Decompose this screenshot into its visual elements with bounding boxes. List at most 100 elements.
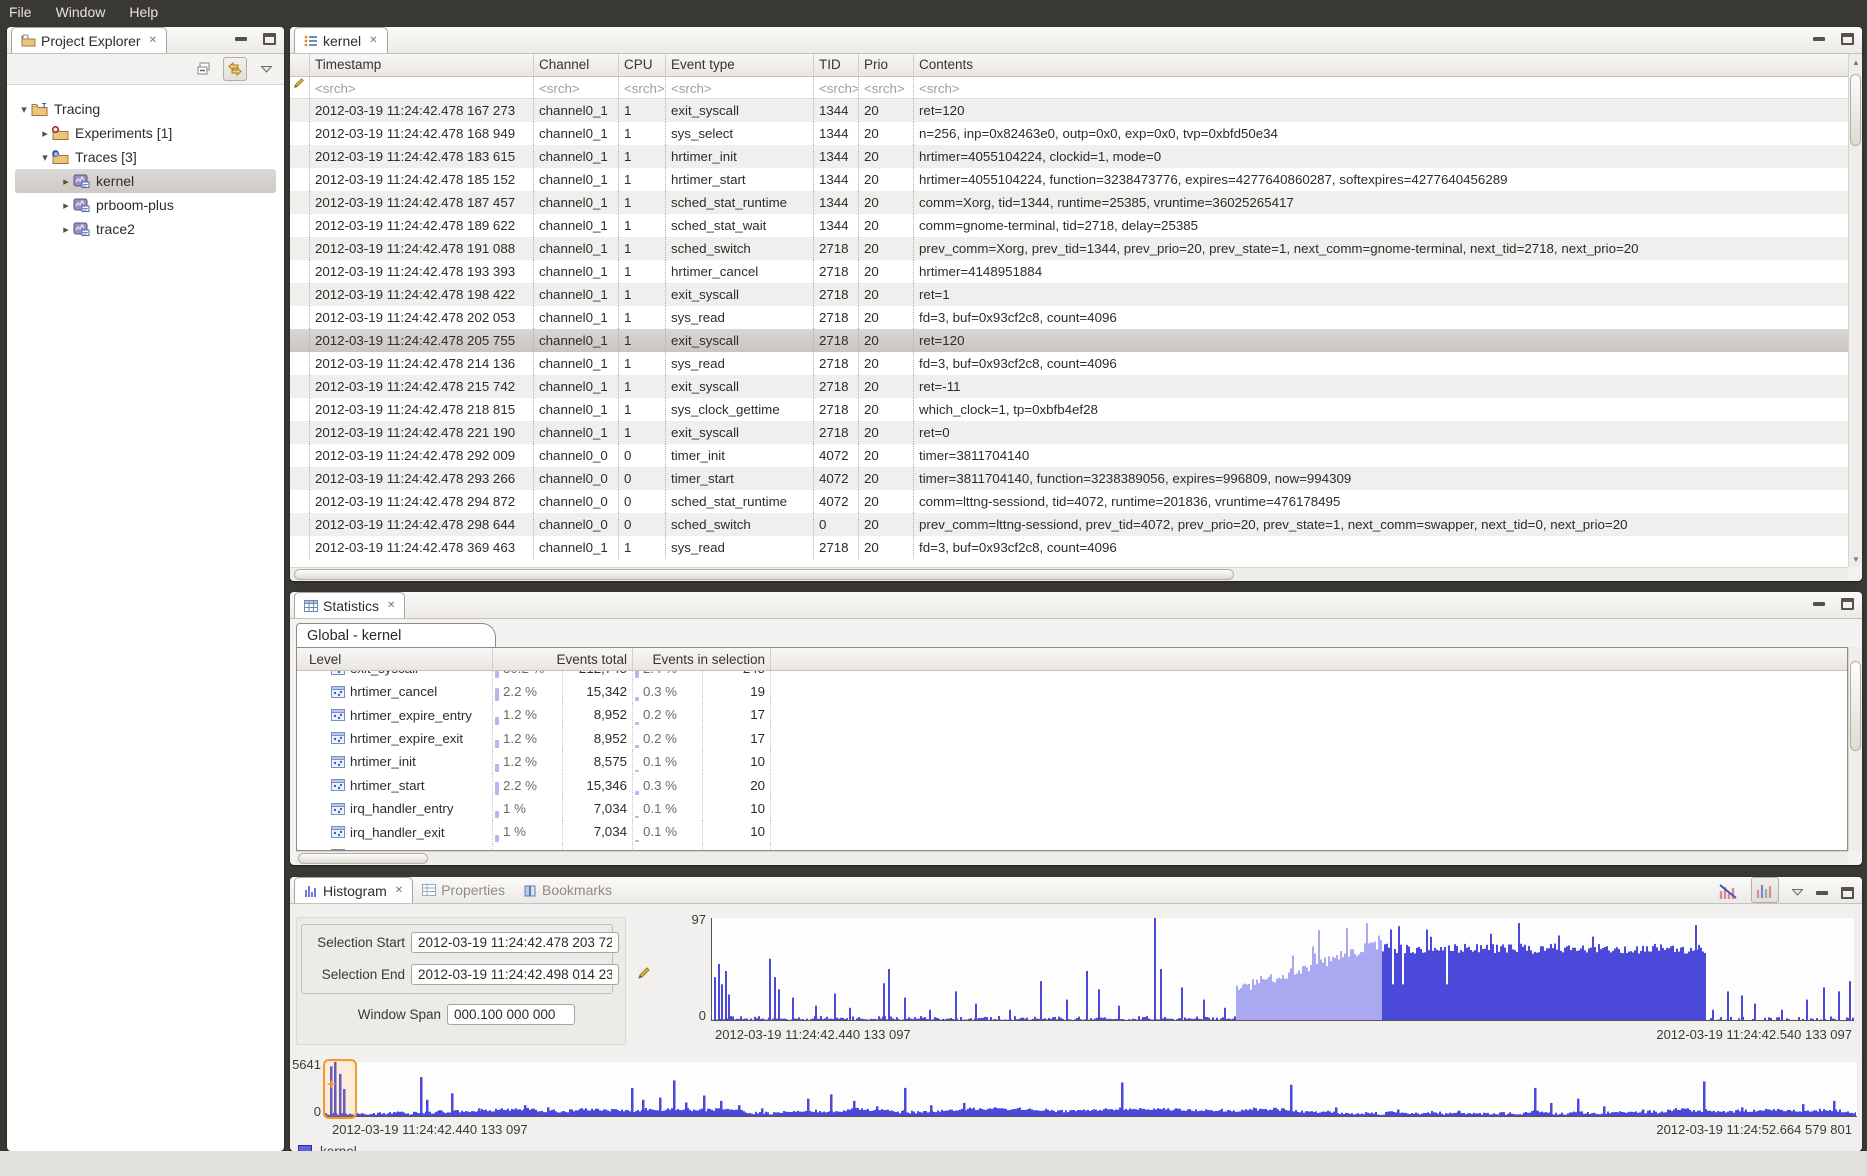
table-row[interactable]: 2012-03-19 11:24:42.478 298 644channel0_… <box>290 513 1848 536</box>
filter-input-cpu[interactable]: <srch> <box>619 77 666 98</box>
column-header-cpu[interactable]: CPU <box>619 54 666 76</box>
stats-row[interactable]: hrtimer_expire_exit1.2 %8,9520.2 %17 <box>297 727 1847 750</box>
minimize-icon[interactable] <box>1816 891 1828 895</box>
tab-properties[interactable]: Properties <box>413 877 514 903</box>
stats-row-clipped[interactable]: exit_syscall30.2 %212,7452.4 %245 <box>297 671 1847 680</box>
close-icon[interactable]: ✕ <box>395 885 403 896</box>
events-horizontal-scrollbar[interactable] <box>290 567 1848 581</box>
activate-trace-coloring-icon[interactable] <box>1751 877 1779 903</box>
chevron-right-icon[interactable]: ▸ <box>38 127 52 140</box>
filter-input-timestamp[interactable]: <srch> <box>310 77 534 98</box>
stats-column-events-total[interactable]: Events total <box>493 648 633 670</box>
link-with-editor-button[interactable] <box>223 57 247 81</box>
stats-column-events-in-selection[interactable]: Events in selection <box>633 648 771 670</box>
table-row[interactable]: 2012-03-19 11:24:42.478 221 190channel0_… <box>290 421 1848 444</box>
statistics-clipped-row[interactable]: exit_syscall30.2 %212,7452.4 %245 <box>297 671 1847 680</box>
menu-item-help[interactable]: Help <box>129 4 158 20</box>
stats-row[interactable]: hrtimer_expire_entry1.2 %8,9520.2 %17 <box>297 703 1847 726</box>
scrollbar-thumb[interactable] <box>1850 74 1861 146</box>
tab-bookmarks[interactable]: Bookmarks <box>514 877 621 903</box>
filter-input-event-type[interactable]: <srch> <box>666 77 814 98</box>
table-row[interactable]: 2012-03-19 11:24:42.478 293 266channel0_… <box>290 467 1848 490</box>
scroll-up-icon[interactable]: ▲ <box>1849 54 1862 70</box>
scrollbar-thumb[interactable] <box>294 569 1234 580</box>
zoom-histogram-chart[interactable] <box>711 918 1854 1021</box>
chevron-down-icon[interactable]: ▾ <box>17 103 31 116</box>
table-row[interactable]: 2012-03-19 11:24:42.478 168 949channel0_… <box>290 122 1848 145</box>
table-row[interactable]: 2012-03-19 11:24:42.478 189 622channel0_… <box>290 214 1848 237</box>
stats-row[interactable]: hrtimer_start2.2 %15,3460.3 %20 <box>297 774 1847 797</box>
filter-input-channel[interactable]: <srch> <box>534 77 619 98</box>
tab-kernel-events[interactable]: kernel ✕ <box>294 27 388 53</box>
table-row[interactable]: 2012-03-19 11:24:42.478 185 152channel0_… <box>290 168 1848 191</box>
filter-input-prio[interactable]: <srch> <box>859 77 914 98</box>
chevron-down-icon[interactable]: ▾ <box>38 151 52 164</box>
sidebar-item-prboom-plus[interactable]: ▸prboom-plus <box>7 193 284 217</box>
table-row[interactable]: 2012-03-19 11:24:42.478 214 136channel0_… <box>290 352 1848 375</box>
scroll-down-icon[interactable]: ▼ <box>1849 551 1862 567</box>
maximize-icon[interactable] <box>1841 887 1854 899</box>
stats-row[interactable]: itimer_expire0 %50 %0 <box>297 844 1847 851</box>
statistics-vertical-scrollbar[interactable] <box>1848 647 1862 851</box>
table-row[interactable]: 2012-03-19 11:24:42.478 167 273channel0_… <box>290 99 1848 122</box>
tab-project-explorer[interactable]: Project Explorer ✕ <box>11 27 167 53</box>
selection-end-input[interactable] <box>411 964 619 985</box>
window-span-input[interactable] <box>447 1004 575 1025</box>
tab-histogram[interactable]: Histogram✕ <box>294 877 413 903</box>
menu-item-window[interactable]: Window <box>56 4 106 20</box>
table-row[interactable]: 2012-03-19 11:24:42.478 369 463channel0_… <box>290 536 1848 559</box>
minimize-icon[interactable] <box>235 37 247 41</box>
sidebar-item-experiments-1-[interactable]: ▸Experiments [1] <box>7 121 284 145</box>
view-menu-icon[interactable] <box>254 57 278 81</box>
table-row[interactable]: 2012-03-19 11:24:42.478 202 053channel0_… <box>290 306 1848 329</box>
maximize-icon[interactable] <box>263 33 276 45</box>
close-icon[interactable]: ✕ <box>387 600 395 611</box>
events-vertical-scrollbar[interactable]: ▲ ▼ <box>1848 54 1862 567</box>
chevron-right-icon[interactable]: ▸ <box>59 175 73 188</box>
column-header-contents[interactable]: Contents <box>914 54 1848 76</box>
selection-start-input[interactable] <box>411 932 619 953</box>
scrollbar-thumb[interactable] <box>1850 661 1861 751</box>
close-icon[interactable]: ✕ <box>369 35 377 46</box>
table-row[interactable]: 2012-03-19 11:24:42.478 215 742channel0_… <box>290 375 1848 398</box>
column-header-channel[interactable]: Channel <box>534 54 619 76</box>
maximize-icon[interactable] <box>1841 33 1854 45</box>
scrollbar-thumb[interactable] <box>298 853 428 864</box>
sidebar-item-kernel[interactable]: ▸kernel <box>7 169 284 193</box>
column-header-timestamp[interactable]: Timestamp <box>310 54 534 76</box>
stats-row[interactable]: hrtimer_init1.2 %8,5750.1 %10 <box>297 750 1847 773</box>
stats-row[interactable]: irq_handler_exit1 %7,0340.1 %10 <box>297 820 1847 843</box>
table-row[interactable]: 2012-03-19 11:24:42.478 191 088channel0_… <box>290 237 1848 260</box>
stats-row[interactable]: irq_handler_entry1 %7,0340.1 %10 <box>297 797 1847 820</box>
table-row[interactable]: 2012-03-19 11:24:42.478 294 872channel0_… <box>290 490 1848 513</box>
filter-input-contents[interactable]: <srch> <box>914 77 1848 98</box>
view-menu-icon[interactable] <box>1792 889 1803 896</box>
stats-row[interactable]: hrtimer_cancel2.2 %15,3420.3 %19 <box>297 680 1847 703</box>
stats-column-level[interactable]: Level <box>297 648 493 670</box>
menu-item-file[interactable]: File <box>9 4 32 20</box>
sidebar-item-tracing[interactable]: ▾TTracing <box>7 97 284 121</box>
column-header-tid[interactable]: TID <box>814 54 859 76</box>
statistics-horizontal-scrollbar[interactable] <box>296 851 1848 865</box>
table-row[interactable]: 2012-03-19 11:24:42.478 193 393channel0_… <box>290 260 1848 283</box>
column-header-event-type[interactable]: Event type <box>666 54 814 76</box>
chevron-right-icon[interactable]: ▸ <box>59 223 73 236</box>
table-row[interactable]: 2012-03-19 11:24:42.478 218 815channel0_… <box>290 398 1848 421</box>
table-row[interactable]: 2012-03-19 11:24:42.478 183 615channel0_… <box>290 145 1848 168</box>
column-header-prio[interactable]: Prio <box>859 54 914 76</box>
filter-input-tid[interactable]: <srch> <box>814 77 859 98</box>
minimize-icon[interactable] <box>1813 602 1825 606</box>
table-row[interactable]: 2012-03-19 11:24:42.478 187 457channel0_… <box>290 191 1848 214</box>
sidebar-item-trace2[interactable]: ▸trace2 <box>7 217 284 241</box>
table-row[interactable]: 2012-03-19 11:24:42.478 292 009channel0_… <box>290 444 1848 467</box>
full-histogram-chart[interactable]: + <box>324 1062 1857 1117</box>
maximize-icon[interactable] <box>1841 598 1854 610</box>
tab-statistics[interactable]: Statistics ✕ <box>294 592 405 618</box>
collapse-all-button[interactable] <box>192 57 216 81</box>
table-row[interactable]: 2012-03-19 11:24:42.478 205 755channel0_… <box>290 329 1848 352</box>
hide-lost-events-icon[interactable] <box>1718 883 1738 900</box>
statistics-global-tab[interactable]: Global - kernel <box>296 623 496 648</box>
sidebar-item-traces-3-[interactable]: ▾oTraces [3] <box>7 145 284 169</box>
chevron-right-icon[interactable]: ▸ <box>59 199 73 212</box>
table-row[interactable]: 2012-03-19 11:24:42.478 198 422channel0_… <box>290 283 1848 306</box>
